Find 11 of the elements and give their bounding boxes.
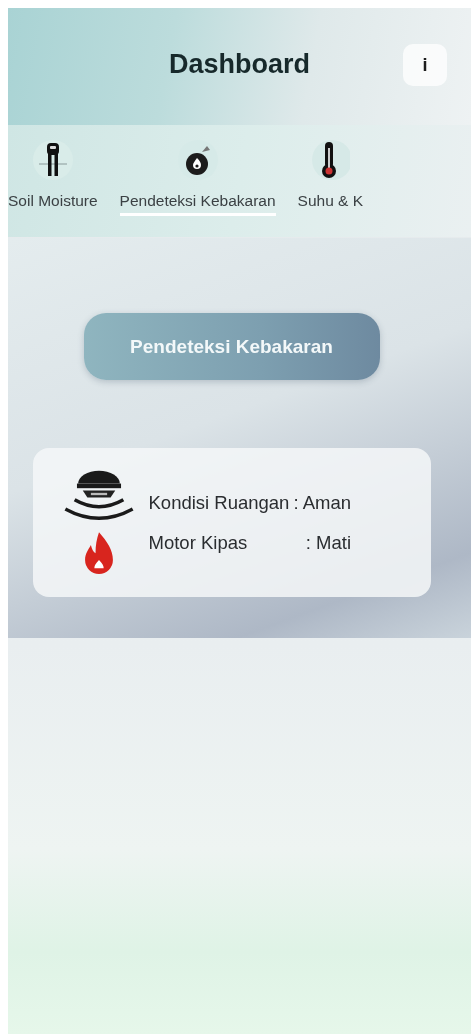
page-title: Dashboard <box>169 49 310 80</box>
category-tab[interactable]: Pendeteksi Kebakaran <box>119 192 276 216</box>
status-label: Motor Kipas <box>148 531 249 554</box>
status-label: Kondisi Ruangan <box>148 491 290 514</box>
info-button[interactable]: i <box>403 44 447 86</box>
status-value: : Aman <box>293 491 351 514</box>
category-tab[interactable]: Suhu & K <box>297 192 364 216</box>
soil-sensor-icon <box>32 140 73 180</box>
thermometer-icon <box>310 140 351 180</box>
category-tab[interactable]: Soil Moisture <box>8 192 98 216</box>
status-value: : Mati <box>304 531 351 554</box>
